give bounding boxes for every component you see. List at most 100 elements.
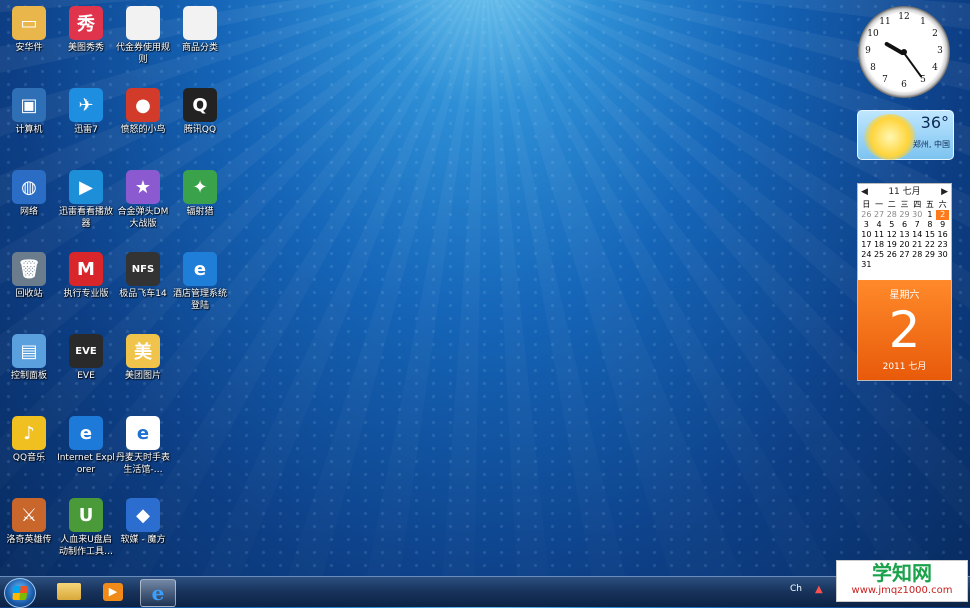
desktop-icon[interactable]: e酒店管理系统登陆	[171, 250, 229, 326]
calendar-day[interactable]: 21	[911, 240, 924, 250]
start-button[interactable]	[4, 578, 36, 608]
desktop-icon[interactable]: ▣计算机	[0, 86, 58, 162]
internet-explorer-icon: e	[141, 580, 175, 606]
desktop-icon[interactable]: U人血来U盘启动制作工具…	[57, 496, 115, 572]
desktop-icon-label: 洛奇英雄传	[0, 534, 58, 546]
calendar-day[interactable]: 29	[898, 210, 911, 220]
calendar-day[interactable]: 8	[924, 220, 937, 230]
calendar-today-weekday: 星期六	[858, 286, 951, 301]
calendar-day[interactable]: 29	[924, 250, 937, 260]
app-icon: ★	[126, 170, 160, 204]
calendar-day[interactable]: 4	[873, 220, 886, 230]
desktop-icon[interactable]: NFS极品飞车14	[114, 250, 172, 326]
calendar-day	[873, 260, 886, 270]
desktop-icon[interactable]: ▶迅雷看看播放器	[57, 168, 115, 244]
desktop-icon[interactable]: ●愤怒的小鸟	[114, 86, 172, 162]
desktop-icon[interactable]: ▤ 控制面板	[0, 332, 58, 408]
calendar-day[interactable]: 27	[873, 210, 886, 220]
calendar-day[interactable]: 17	[860, 240, 873, 250]
calendar-day[interactable]: 28	[885, 210, 898, 220]
calendar-weekday: 一	[873, 200, 886, 210]
desktop-icon[interactable]: 代金券使用规则	[114, 4, 172, 80]
calendar-gadget[interactable]: ◀ 11 七月 ▶ 日一二三四五六 2627282930123456789101…	[857, 183, 952, 381]
desktop-icon[interactable]: ♪QQ音乐	[0, 414, 58, 490]
calendar-day[interactable]: 3	[860, 220, 873, 230]
calendar-day[interactable]: 5	[885, 220, 898, 230]
taskbar-ie-button[interactable]: e	[140, 579, 176, 607]
app-icon: ✦	[183, 170, 217, 204]
app-icon: ▤	[12, 334, 46, 368]
calendar-weekday: 二	[885, 200, 898, 210]
desktop-icon[interactable]: ◍ 网络	[0, 168, 58, 244]
desktop-icon[interactable]: ◆软媒 - 魔方	[114, 496, 172, 572]
calendar-day[interactable]: 28	[911, 250, 924, 260]
calendar-day[interactable]: 24	[860, 250, 873, 260]
calendar-day	[885, 260, 898, 270]
folder-icon	[57, 583, 81, 600]
taskbar-explorer-button[interactable]	[52, 579, 86, 605]
calendar-day[interactable]: 16	[936, 230, 949, 240]
desktop-icon[interactable]: EVEEVE	[57, 332, 115, 408]
desktop-icon-label: 辐射猎	[171, 206, 229, 218]
calendar-day[interactable]: 30	[936, 250, 949, 260]
weather-gadget[interactable]: 36° 郑州, 中国	[857, 110, 954, 160]
desktop-icon[interactable]: Q腾讯QQ	[171, 86, 229, 162]
calendar-day[interactable]: 19	[885, 240, 898, 250]
calendar-weekday: 日	[860, 200, 873, 210]
calendar-day[interactable]: 23	[936, 240, 949, 250]
calendar-day[interactable]: 12	[885, 230, 898, 240]
calendar-day[interactable]: 6	[898, 220, 911, 230]
desktop-icon[interactable]: M执行专业版	[57, 250, 115, 326]
calendar-day[interactable]: 27	[898, 250, 911, 260]
desktop-icon[interactable]: 商品分类	[171, 4, 229, 80]
app-icon: ◍	[12, 170, 46, 204]
app-icon: ✈	[69, 88, 103, 122]
calendar-day[interactable]: 30	[911, 210, 924, 220]
calendar-day[interactable]: 31	[860, 260, 873, 270]
calendar-day	[898, 260, 911, 270]
next-month-icon[interactable]: ▶	[941, 184, 948, 200]
desktop-icon[interactable]: ✈迅雷7	[57, 86, 115, 162]
desktop-icon[interactable]: ✦ 辐射猎	[171, 168, 229, 244]
calendar-day[interactable]: 25	[873, 250, 886, 260]
desktop-icon[interactable]: e丹麦天时手表生活馆-…	[114, 414, 172, 490]
watermark-title: 学知网	[837, 561, 967, 585]
calendar-today-panel: 星期六 2 2011 七月	[858, 280, 951, 380]
tray-flag-icon[interactable]: ▲	[815, 584, 823, 595]
calendar-weekday: 四	[911, 200, 924, 210]
desktop-icon-label: 控制面板	[0, 370, 58, 382]
calendar-day[interactable]: 26	[885, 250, 898, 260]
calendar-day	[936, 260, 949, 270]
taskbar-media-player-button[interactable]: ▶	[96, 579, 130, 605]
app-icon: ◆	[126, 498, 160, 532]
calendar-day[interactable]: 14	[911, 230, 924, 240]
weather-temperature: 36°	[921, 113, 949, 132]
desktop-icon[interactable]: eInternet Explorer	[57, 414, 115, 490]
calendar-day[interactable]: 7	[911, 220, 924, 230]
calendar-day[interactable]: 2	[936, 210, 949, 220]
desktop-icon[interactable]: ★合金弹头DM大战版	[114, 168, 172, 244]
calendar-day[interactable]: 9	[936, 220, 949, 230]
clock-gadget[interactable]: 12 3 6 9 1 2 4 5 7 8 10 11	[858, 6, 950, 98]
calendar-day	[911, 260, 924, 270]
calendar-day[interactable]: 10	[860, 230, 873, 240]
desktop-icon[interactable]: 🗑回收站	[0, 250, 58, 326]
calendar-day[interactable]: 22	[924, 240, 937, 250]
desktop-icon-label: 酒店管理系统登陆	[171, 288, 229, 312]
calendar-day[interactable]: 13	[898, 230, 911, 240]
desktop-icon[interactable]: 美美团图片	[114, 332, 172, 408]
prev-month-icon[interactable]: ◀	[861, 184, 868, 200]
language-indicator[interactable]: Ch	[790, 584, 802, 594]
calendar-day[interactable]: 20	[898, 240, 911, 250]
calendar-day[interactable]: 11	[873, 230, 886, 240]
calendar-day[interactable]: 18	[873, 240, 886, 250]
desktop-icon[interactable]: ⚔ 洛奇英雄传	[0, 496, 58, 572]
desktop-icon[interactable]: 秀美图秀秀	[57, 4, 115, 80]
calendar-day[interactable]: 15	[924, 230, 937, 240]
app-icon: 美	[126, 334, 160, 368]
calendar-day[interactable]: 1	[924, 210, 937, 220]
desktop-icon-label: 网络	[0, 206, 58, 218]
app-icon: ⚔	[12, 498, 46, 532]
calendar-day[interactable]: 26	[860, 210, 873, 220]
desktop-icon[interactable]: ▭安华件	[0, 4, 58, 80]
